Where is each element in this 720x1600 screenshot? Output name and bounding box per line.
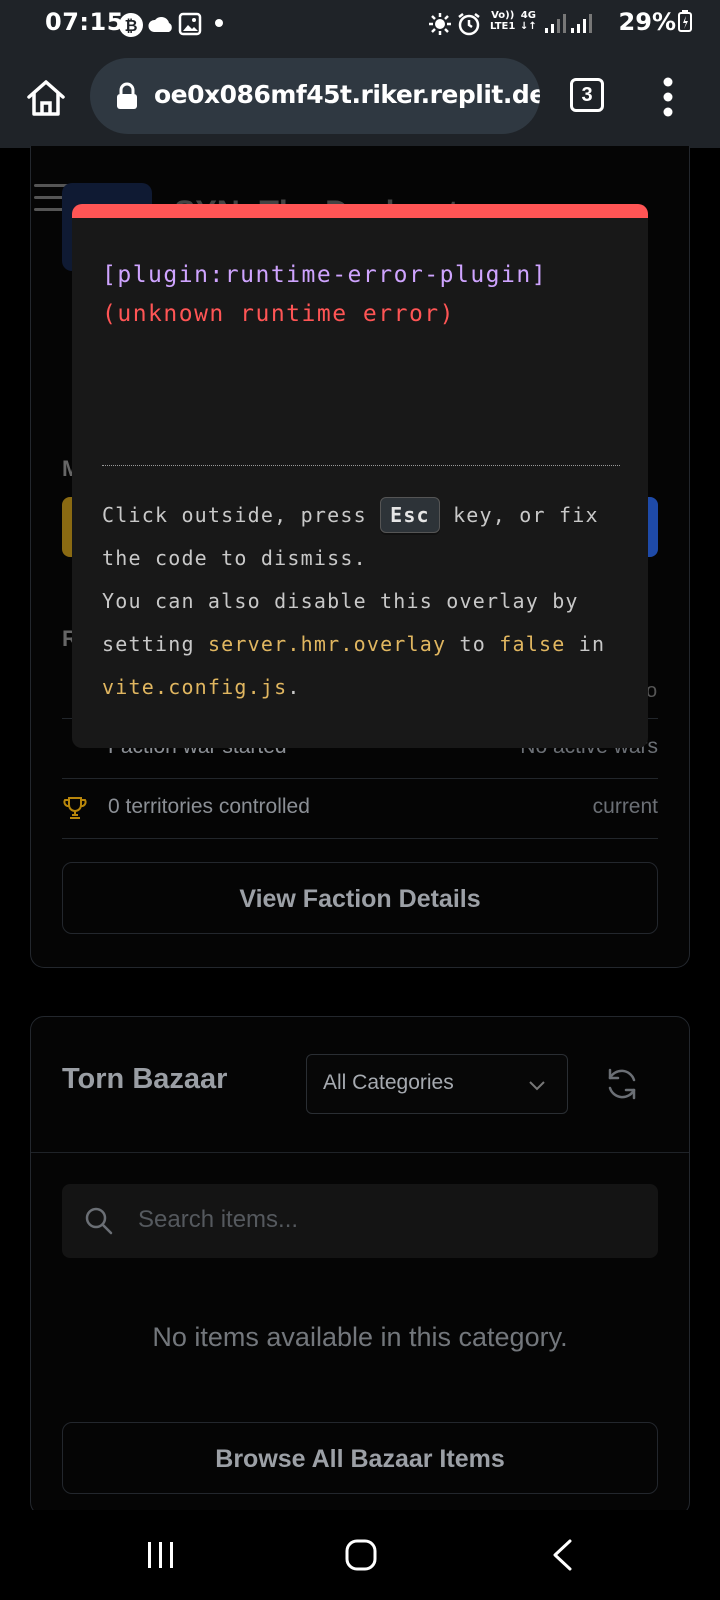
tip-text: Click outside, press	[102, 503, 367, 527]
lte-label: LTE1	[490, 21, 516, 32]
overlay-accent-bar	[72, 204, 648, 218]
cloud-icon	[148, 16, 172, 32]
volte-indicator: Vo)) LTE1	[490, 10, 515, 32]
code-snippet: server.hmr.overlay	[207, 632, 447, 656]
network-type-label: 4G	[520, 10, 536, 21]
esc-key: Esc	[380, 497, 440, 533]
status-bar: 07:15 ₿ Vo)) LTE1 4G ↓↑ 29%	[0, 0, 720, 48]
address-bar[interactable]: oe0x086mf45t.riker.replit.de	[90, 58, 540, 134]
activity-text: 0 territories controlled	[108, 795, 310, 818]
battery-icon	[678, 10, 692, 32]
activity-row: 0 territories controlled current	[62, 778, 658, 839]
code-snippet: false	[499, 632, 566, 656]
signal-icon-2	[571, 14, 592, 33]
dot-icon	[215, 19, 223, 27]
view-faction-details-button[interactable]: View Faction Details	[62, 862, 658, 934]
empty-state-message: No items available in this category.	[152, 1322, 568, 1352]
overflow-menu-icon[interactable]	[660, 76, 676, 118]
brightness-icon	[429, 13, 451, 35]
tip-text: to	[459, 632, 487, 656]
signal-icon	[545, 14, 566, 33]
overlay-tip: Click outside, press Esc key, or fix the…	[102, 494, 632, 709]
lock-icon	[117, 82, 137, 109]
battery-percent: 29%	[619, 8, 692, 36]
search-placeholder: Search items...	[138, 1206, 299, 1233]
data-arrows-icon: ↓↑	[520, 21, 537, 32]
tab-switcher-button[interactable]: 3	[570, 78, 604, 112]
image-icon	[178, 12, 202, 36]
search-input[interactable]: Search items...	[62, 1184, 658, 1258]
home-nav-icon[interactable]	[344, 1538, 378, 1572]
activity-meta: current	[592, 795, 658, 818]
browse-all-bazaar-button[interactable]: Browse All Bazaar Items	[62, 1422, 658, 1494]
status-time: 07:15	[45, 8, 124, 36]
bazaar-title: Torn Bazaar	[62, 1063, 228, 1095]
home-icon[interactable]	[24, 76, 68, 120]
bitcoin-icon: ₿	[119, 13, 143, 37]
bazaar-header-divider	[31, 1152, 689, 1153]
system-nav-bar	[0, 1510, 720, 1600]
chevron-down-icon	[529, 1081, 545, 1091]
svg-text:₿: ₿	[124, 16, 137, 35]
overlay-divider	[102, 465, 620, 466]
tip-text: .	[287, 675, 301, 699]
category-select-value: All Categories	[323, 1071, 454, 1094]
category-select[interactable]: All Categories	[306, 1054, 568, 1114]
search-icon	[85, 1207, 113, 1235]
tip-text: in	[578, 632, 606, 656]
back-icon[interactable]	[550, 1538, 574, 1572]
trophy-icon	[63, 797, 87, 819]
error-text: (unknown runtime error)	[102, 301, 455, 327]
browser-toolbar: oe0x086mf45t.riker.replit.de 3	[0, 48, 720, 148]
url-text: oe0x086mf45t.riker.replit.de	[154, 80, 540, 109]
refresh-icon[interactable]	[604, 1066, 640, 1102]
error-message: [plugin:runtime-error-plugin] (unknown r…	[102, 256, 622, 334]
error-plugin-name: [plugin:runtime-error-plugin]	[102, 262, 548, 288]
alarm-icon	[458, 13, 480, 36]
error-overlay[interactable]: [plugin:runtime-error-plugin] (unknown r…	[72, 204, 648, 748]
network-type-indicator: 4G ↓↑	[520, 10, 537, 32]
volte-label: Vo))	[491, 10, 515, 21]
recents-icon[interactable]	[146, 1540, 176, 1570]
row-divider	[62, 838, 658, 839]
battery-label: 29%	[618, 8, 676, 36]
code-snippet: vite.config.js	[102, 675, 288, 699]
